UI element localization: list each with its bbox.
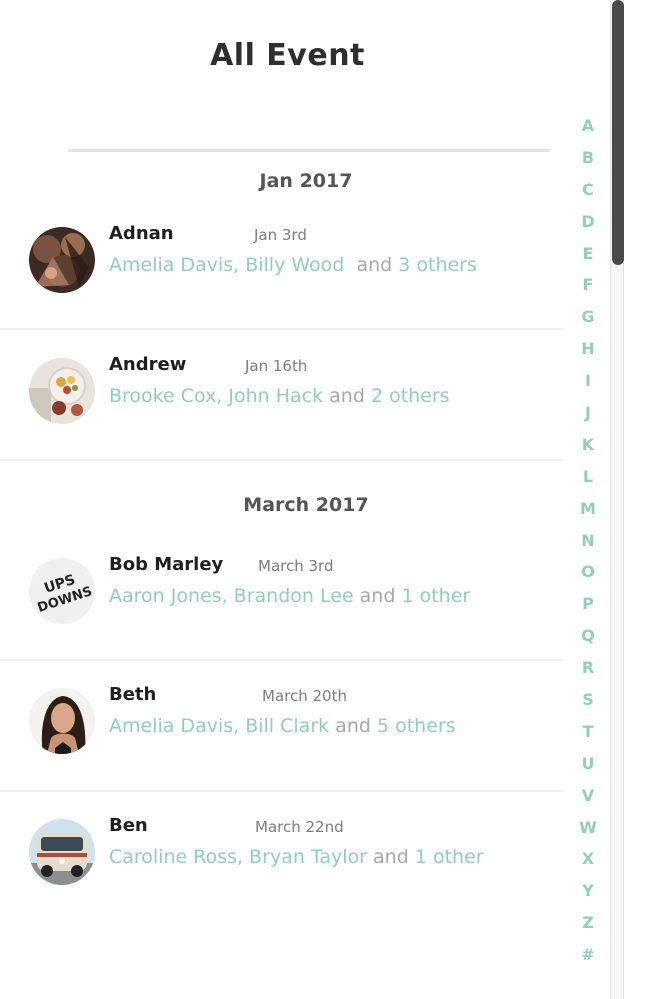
section-header-jan-2017: Jan 2017: [259, 170, 353, 192]
index-letter-e[interactable]: E: [572, 241, 604, 273]
van-photo-avatar: [29, 819, 95, 885]
row-divider: [0, 328, 563, 330]
ups-downs-logo-avatar: UPS DOWNS: [29, 558, 95, 624]
event-list-screen: All Event Jan 2017 Adnan Jan 3rd Amelia …: [0, 0, 661, 999]
index-letter-o[interactable]: O: [572, 559, 604, 591]
others-count[interactable]: 1 other: [415, 846, 484, 868]
participants-and: and: [335, 715, 371, 737]
participants-and: and: [356, 254, 393, 276]
others-count[interactable]: 5 others: [377, 715, 456, 737]
food-bowl-avatar: [29, 358, 95, 424]
event-name: Beth: [109, 684, 157, 705]
index-letter-g[interactable]: G: [572, 304, 604, 336]
index-letter-j[interactable]: J: [572, 400, 604, 432]
participants-and: and: [373, 846, 409, 868]
others-count[interactable]: 3 others: [398, 254, 477, 276]
index-letter-w[interactable]: W: [572, 815, 604, 847]
index-letter-v[interactable]: V: [572, 783, 604, 815]
index-letter-r[interactable]: R: [572, 655, 604, 687]
alphabet-index: A B C D E F G H I J K L M N O P Q R S T …: [572, 113, 604, 974]
event-name: Adnan: [109, 223, 174, 244]
event-date: Jan 3rd: [254, 226, 307, 244]
event-name: Bob Marley: [109, 554, 224, 575]
event-name: Andrew: [109, 354, 187, 375]
row-divider: [0, 790, 563, 792]
event-row[interactable]: UPS DOWNS Bob Marley March 3rd Aaron Jon…: [0, 552, 563, 652]
event-date: Jan 16th: [245, 357, 308, 375]
index-letter-h[interactable]: H: [572, 336, 604, 368]
row-divider: [0, 459, 563, 461]
event-row[interactable]: Beth March 20th Amelia Davis, Bill Clark…: [0, 682, 563, 782]
index-letter-c[interactable]: C: [572, 177, 604, 209]
index-letter-a[interactable]: A: [572, 113, 604, 145]
event-date: March 22nd: [255, 818, 344, 836]
participant-names[interactable]: Amelia Davis, Bill Clark: [109, 715, 329, 737]
index-letter-u[interactable]: U: [572, 751, 604, 783]
index-letter-z[interactable]: Z: [572, 910, 604, 942]
event-date: March 20th: [262, 687, 347, 705]
group-photo-avatar: [29, 227, 95, 293]
index-letter-p[interactable]: P: [572, 591, 604, 623]
participants-line[interactable]: Brooke Cox, John Hack and 2 others: [109, 385, 450, 407]
index-letter-x[interactable]: X: [572, 846, 604, 878]
index-letter-b[interactable]: B: [572, 145, 604, 177]
participants-line[interactable]: Amelia Davis, Bill Clark and 5 others: [109, 715, 456, 737]
participant-names[interactable]: Caroline Ross, Bryan Taylor: [109, 846, 367, 868]
index-letter-i[interactable]: I: [572, 368, 604, 400]
participants-line[interactable]: Caroline Ross, Bryan Taylor and 1 other: [109, 846, 484, 868]
page-title: All Event: [210, 38, 365, 73]
index-letter-d[interactable]: D: [572, 209, 604, 241]
event-row[interactable]: Adnan Jan 3rd Amelia Davis, Billy Wood a…: [0, 221, 563, 321]
title-divider: [68, 149, 550, 152]
portrait-avatar: [29, 688, 95, 754]
event-row[interactable]: Andrew Jan 16th Brooke Cox, John Hack an…: [0, 352, 563, 452]
participant-names[interactable]: Amelia Davis, Billy Wood: [109, 254, 344, 276]
scrollbar-thumb[interactable]: [612, 0, 624, 265]
index-letter-hash[interactable]: #: [572, 942, 604, 974]
others-count[interactable]: 1 other: [401, 585, 470, 607]
participants-and: and: [329, 385, 365, 407]
participants-line[interactable]: Amelia Davis, Billy Wood and 3 others: [109, 254, 477, 276]
index-letter-y[interactable]: Y: [572, 878, 604, 910]
participants-line[interactable]: Aaron Jones, Brandon Lee and 1 other: [109, 585, 470, 607]
index-letter-n[interactable]: N: [572, 528, 604, 560]
index-letter-q[interactable]: Q: [572, 623, 604, 655]
index-letter-l[interactable]: L: [572, 464, 604, 496]
index-letter-m[interactable]: M: [572, 496, 604, 528]
participant-names[interactable]: Aaron Jones, Brandon Lee: [109, 585, 354, 607]
index-letter-f[interactable]: F: [572, 272, 604, 304]
participants-and: and: [359, 585, 396, 607]
row-divider: [0, 659, 563, 661]
event-name: Ben: [109, 815, 148, 836]
event-row[interactable]: Ben March 22nd Caroline Ross, Bryan Tayl…: [0, 813, 563, 913]
event-date: March 3rd: [258, 557, 334, 575]
participant-names[interactable]: Brooke Cox, John Hack: [109, 385, 323, 407]
section-header-march-2017: March 2017: [243, 494, 369, 516]
index-letter-k[interactable]: K: [572, 432, 604, 464]
others-count[interactable]: 2 others: [371, 385, 450, 407]
index-letter-s[interactable]: S: [572, 687, 604, 719]
index-letter-t[interactable]: T: [572, 719, 604, 751]
